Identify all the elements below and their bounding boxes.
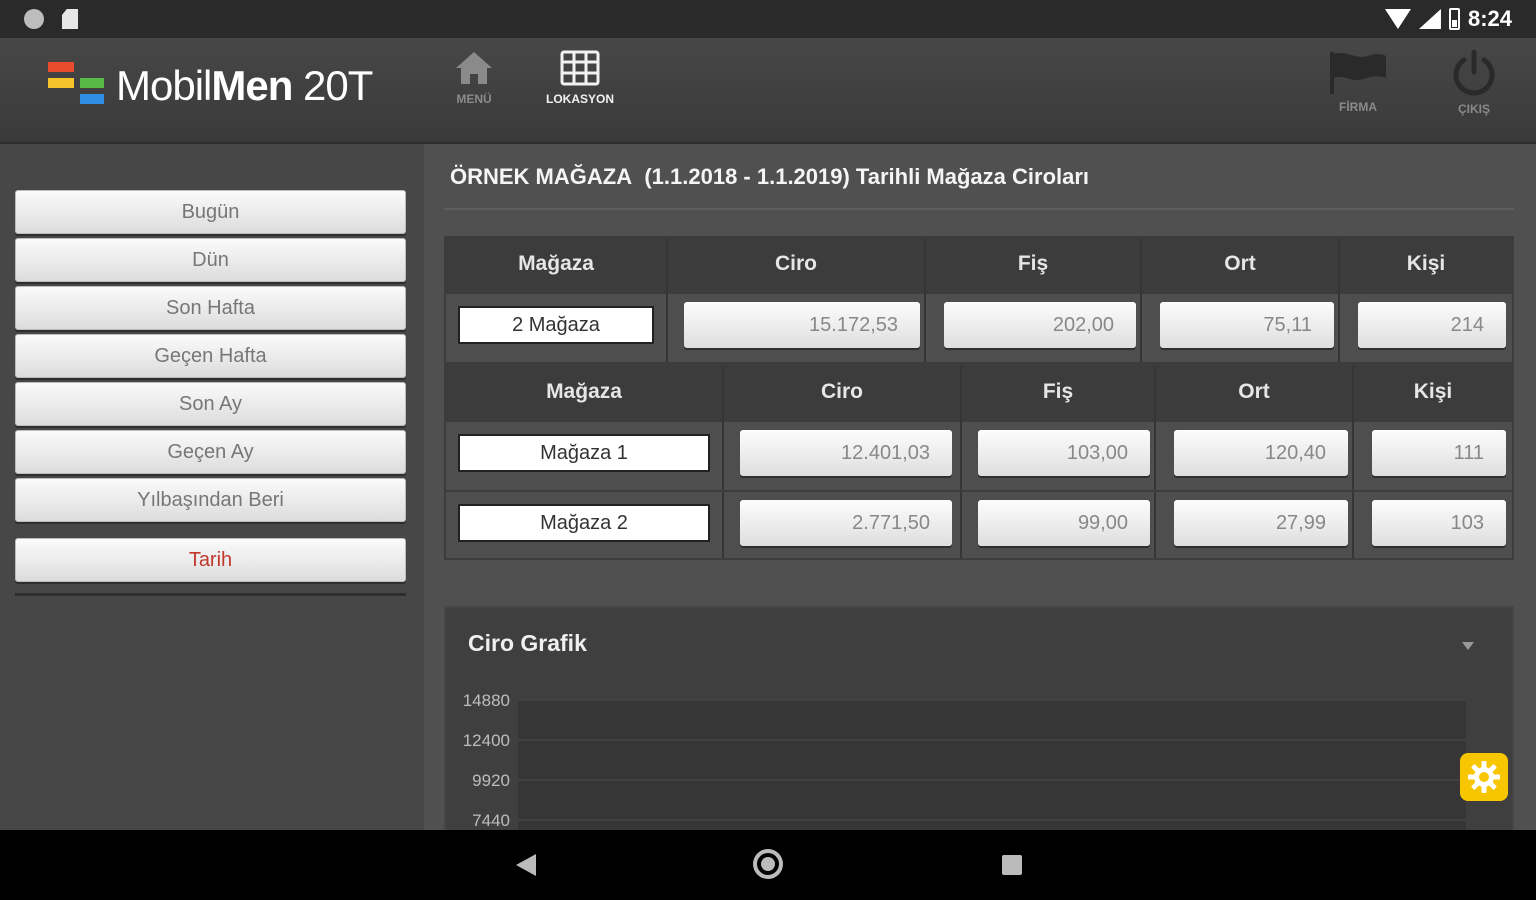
- y-tick-label: 12400: [463, 731, 510, 750]
- header-cell: Mağaza: [446, 366, 724, 422]
- chart-plot-area: [518, 700, 1466, 838]
- page-title: ÖRNEK MAĞAZA (1.1.2018 - 1.1.2019) Tarih…: [450, 164, 1089, 190]
- ort-value[interactable]: 120,40: [1174, 430, 1348, 476]
- sidebar: Bugün Dün Son Hafta Geçen Hafta Son Ay G…: [0, 144, 424, 830]
- ciro-chart: 14880 12400 9920 7440: [463, 691, 1466, 838]
- notification-icon: [24, 9, 44, 29]
- nav-firma-button[interactable]: FİRMA: [1308, 50, 1408, 114]
- ort-value[interactable]: 27,99: [1174, 500, 1348, 546]
- sidebar-item-bugun[interactable]: Bugün: [15, 190, 406, 234]
- kisi-value[interactable]: 103: [1372, 500, 1506, 546]
- chevron-down-icon[interactable]: [1462, 642, 1474, 650]
- status-time: 8:24: [1467, 6, 1512, 31]
- summary-table: Mağaza Ciro Fiş Ort Kişi 2 Mağaza 15.172…: [444, 236, 1514, 364]
- flag-icon: [1330, 52, 1386, 94]
- sidebar-item-son-ay[interactable]: Son Ay: [15, 382, 406, 426]
- store-name-field[interactable]: Mağaza 1: [458, 434, 710, 472]
- y-tick-label: 14880: [463, 691, 510, 710]
- kisi-value[interactable]: 111: [1372, 430, 1506, 476]
- wifi-icon: [1384, 9, 1411, 29]
- nav-cikis-button[interactable]: ÇIKIŞ: [1424, 50, 1524, 116]
- back-icon[interactable]: [516, 854, 536, 876]
- system-nav-bar: [0, 830, 1536, 900]
- header-cell: Ort: [1156, 366, 1354, 422]
- nav-cikis-label: ÇIKIŞ: [1457, 102, 1490, 116]
- table-row: Mağaza 1 12.401,03 103,00 120,40 111: [446, 422, 1512, 490]
- detail-table: Mağaza Ciro Fiş Ort Kişi Mağaza 1 12.401…: [444, 364, 1514, 560]
- title-divider: [444, 208, 1514, 210]
- gear-icon: [1468, 761, 1500, 793]
- summary-table-header: Mağaza Ciro Fiş Ort Kişi: [446, 238, 1512, 294]
- chart-title: Ciro Grafik: [468, 630, 587, 656]
- ciro-value[interactable]: 15.172,53: [684, 302, 920, 348]
- header-cell: Ciro: [668, 238, 926, 294]
- header-cell: Kişi: [1406, 252, 1446, 275]
- header-cell: Fiş: [962, 366, 1156, 422]
- sidebar-item-dun[interactable]: Dün: [15, 238, 406, 282]
- header-cell: Ort: [1142, 238, 1340, 294]
- store-name: ÖRNEK MAĞAZA: [450, 164, 633, 189]
- store-name-field[interactable]: 2 Mağaza: [458, 306, 654, 344]
- chart-panel: Ciro Grafik 14880 12400 9920 7440: [444, 606, 1514, 846]
- store-name-field[interactable]: Mağaza 2: [458, 504, 710, 542]
- nav-firma-label: FİRMA: [1339, 100, 1377, 114]
- y-tick-label: 7440: [472, 811, 510, 830]
- home-icon: [456, 52, 492, 84]
- sidebar-divider: [15, 593, 406, 596]
- y-tick-label: 9920: [472, 771, 510, 790]
- ciro-value[interactable]: 12.401,03: [740, 430, 952, 476]
- battery-icon: [1448, 8, 1460, 30]
- logo-text: MobilMen 20T: [116, 62, 373, 109]
- table-row: Mağaza 2 2.771,50 99,00 27,99 103: [446, 490, 1512, 558]
- recents-icon[interactable]: [1002, 855, 1022, 875]
- nav-menu-button[interactable]: MENÜ: [424, 50, 524, 106]
- app-header: MobilMen 20T MENÜ LOKASYON FİRMA ÇIKIŞ: [0, 38, 1536, 144]
- sidebar-item-gecen-hafta[interactable]: Geçen Hafta: [15, 334, 406, 378]
- date-button[interactable]: Tarih: [15, 538, 406, 582]
- fis-value[interactable]: 103,00: [978, 430, 1150, 476]
- header-cell: Fiş: [926, 238, 1142, 294]
- ciro-value[interactable]: 2.771,50: [740, 500, 952, 546]
- sd-card-icon: [62, 9, 78, 29]
- sidebar-item-gecen-ay[interactable]: Geçen Ay: [15, 430, 406, 474]
- table-row: 2 Mağaza 15.172,53 202,00 75,11 214: [446, 294, 1512, 362]
- main-panel: ÖRNEK MAĞAZA (1.1.2018 - 1.1.2019) Tarih…: [424, 144, 1536, 846]
- content-area: Bugün Dün Son Hafta Geçen Hafta Son Ay G…: [0, 144, 1536, 846]
- ort-value[interactable]: 75,11: [1160, 302, 1334, 348]
- status-bar: 8:24: [0, 0, 1536, 38]
- sidebar-item-son-hafta[interactable]: Son Hafta: [15, 286, 406, 330]
- logo-mark-icon: [48, 60, 108, 112]
- grid-icon: [560, 50, 600, 86]
- fis-value[interactable]: 99,00: [978, 500, 1150, 546]
- nav-menu-label: MENÜ: [456, 92, 492, 106]
- detail-table-header: Mağaza Ciro Fiş Ort Kişi: [446, 366, 1512, 422]
- nav-lokasyon-button[interactable]: LOKASYON: [530, 50, 630, 106]
- nav-lokasyon-label: LOKASYON: [545, 92, 614, 106]
- app-logo: MobilMen 20T: [48, 60, 373, 112]
- kisi-value[interactable]: 214: [1358, 302, 1506, 348]
- sidebar-item-yilbasindan-beri[interactable]: Yılbaşından Beri: [15, 478, 406, 522]
- header-cell: Mağaza: [446, 238, 668, 294]
- home-circle-icon[interactable]: [753, 849, 783, 879]
- signal-icon: [1418, 9, 1441, 29]
- header-cell: Ciro: [724, 366, 962, 422]
- title-date-range: (1.1.2018 - 1.1.2019) Tarihli Mağaza Cir…: [644, 164, 1090, 189]
- settings-fab[interactable]: [1460, 753, 1508, 801]
- fis-value[interactable]: 202,00: [944, 302, 1136, 348]
- power-icon: [1453, 50, 1495, 96]
- header-cell: Kişi: [1413, 380, 1453, 403]
